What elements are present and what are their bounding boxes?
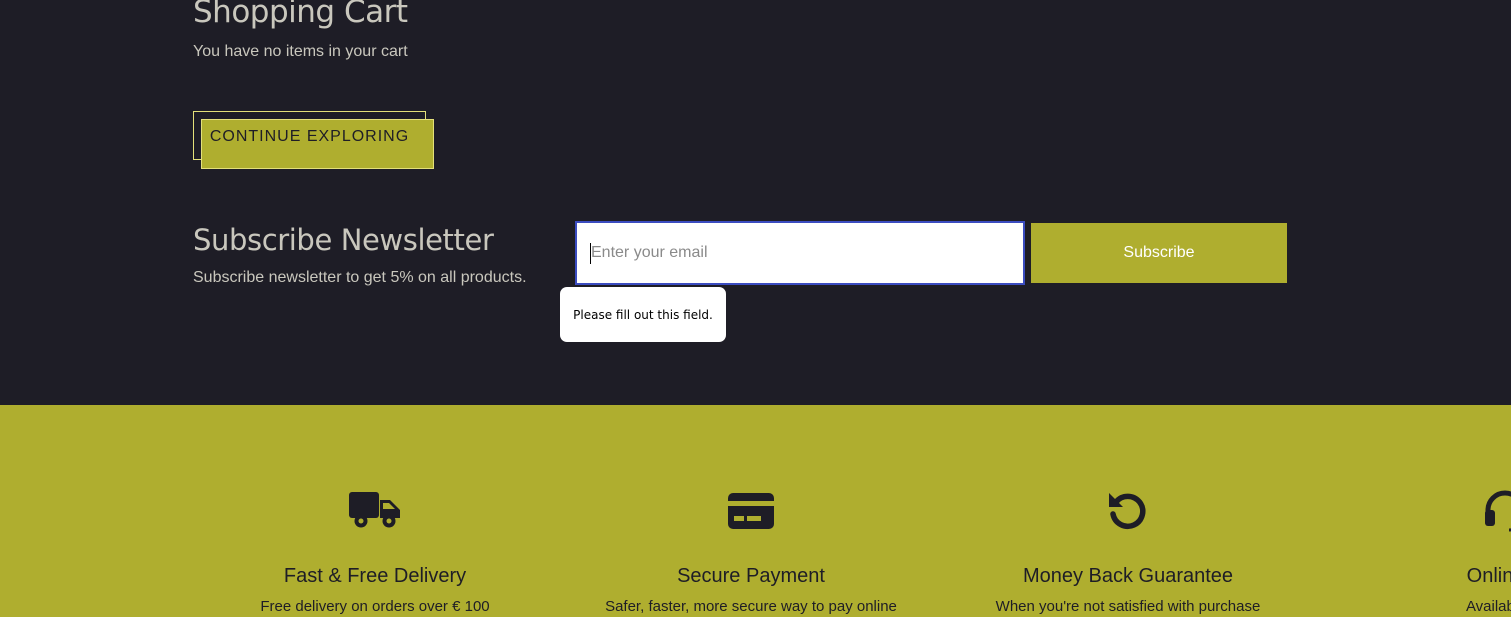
credit-card-icon [571, 483, 931, 539]
newsletter-title: Subscribe Newsletter [193, 223, 494, 257]
headset-icon [1325, 483, 1511, 539]
subscribe-button[interactable]: Subscribe [1031, 223, 1287, 283]
cart-title: Shopping Cart [193, 0, 408, 30]
truck-icon [195, 483, 555, 539]
cart-section: Shopping Cart You have no items in your … [0, 0, 1511, 405]
feature-description: Safer, faster, more secure way to pay on… [605, 598, 897, 615]
feature-delivery: Fast & Free Delivery Free delivery on or… [195, 483, 555, 615]
validation-tooltip: Please fill out this field. [560, 287, 726, 342]
rotate-left-icon [948, 483, 1308, 539]
feature-title: Fast & Free Delivery [283, 565, 467, 587]
feature-title: Online S [1466, 565, 1511, 587]
feature-support: Online S Available or [1325, 483, 1511, 615]
feature-description: When you're not satisfied with purchase [995, 598, 1261, 615]
validation-message: Please fill out this field. [573, 307, 713, 322]
feature-title: Money Back Guarantee [1022, 565, 1234, 587]
feature-description: Free delivery on orders over € 100 [260, 598, 490, 615]
continue-exploring-label: CONTINUE EXPLORING [209, 128, 410, 145]
feature-description: Available or [1465, 598, 1511, 615]
feature-title: Secure Payment [677, 565, 825, 587]
text-caret [590, 243, 591, 264]
newsletter-email-input[interactable] [575, 221, 1025, 285]
continue-exploring-button[interactable]: CONTINUE EXPLORING [201, 119, 434, 169]
feature-payment: Secure Payment Safer, faster, more secur… [571, 483, 931, 615]
newsletter-subtitle: Subscribe newsletter to get 5% on all pr… [193, 269, 527, 286]
feature-money-back: Money Back Guarantee When you're not sat… [948, 483, 1308, 615]
cart-empty-message: You have no items in your cart [193, 43, 408, 60]
